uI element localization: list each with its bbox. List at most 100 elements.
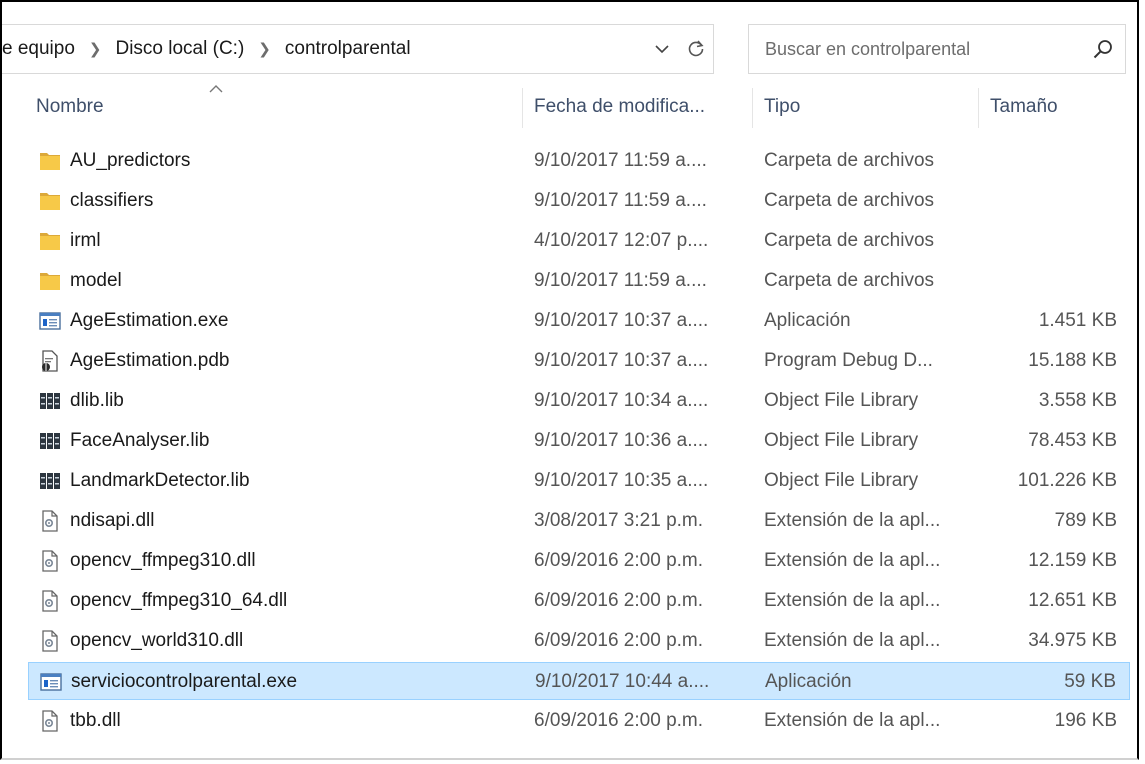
file-name: tbb.dll	[70, 710, 121, 731]
file-date: 9/10/2017 11:59 a....	[534, 190, 707, 211]
folder-icon	[38, 269, 62, 293]
search-input[interactable]	[763, 37, 1067, 61]
file-type: Extensión de la apl...	[764, 710, 941, 731]
chevron-right-icon[interactable]: ❯	[89, 40, 102, 58]
file-name: model	[70, 270, 122, 291]
column-header-size[interactable]: Tamaño	[990, 84, 1130, 130]
file-name-cell[interactable]: FaceAnalyser.lib	[38, 422, 209, 460]
column-divider[interactable]	[752, 88, 753, 128]
file-row[interactable]: LandmarkDetector.lib 9/10/2017 10:35 a...…	[28, 462, 1130, 500]
file-row[interactable]: opencv_world310.dll 6/09/2016 2:00 p.m. Ex…	[28, 622, 1130, 660]
file-name-cell[interactable]: irml	[38, 222, 101, 260]
refresh-button[interactable]	[679, 25, 713, 73]
file-date: 9/10/2017 10:44 a....	[535, 671, 710, 692]
refresh-icon	[688, 40, 704, 57]
file-date: 6/09/2016 2:00 p.m.	[534, 710, 704, 731]
file-date: 6/09/2016 2:00 p.m.	[534, 550, 704, 571]
file-size: 12.651 KB	[1028, 590, 1117, 611]
file-name: classifiers	[70, 190, 154, 211]
file-type: Carpeta de archivos	[764, 230, 935, 251]
file-type: Extensión de la apl...	[764, 550, 941, 571]
column-divider[interactable]	[978, 88, 979, 128]
dll-icon	[38, 549, 62, 573]
file-name-cell[interactable]: AgeEstimation.exe	[38, 302, 228, 340]
file-row[interactable]: FaceAnalyser.lib 9/10/2017 10:36 a.... Obj…	[28, 422, 1130, 460]
library-icon	[38, 429, 62, 453]
file-date: 9/10/2017 10:36 a....	[534, 430, 709, 451]
file-name: dlib.lib	[70, 390, 124, 411]
library-icon	[38, 389, 62, 413]
file-name-cell[interactable]: opencv_ffmpeg310.dll	[38, 542, 256, 580]
file-name-cell[interactable]: ndisapi.dll	[38, 502, 155, 540]
dll-icon	[38, 509, 62, 533]
file-name-cell[interactable]: model	[38, 262, 122, 300]
search-box[interactable]	[748, 24, 1126, 74]
file-name-cell[interactable]: serviciocontrolparental.exe	[39, 663, 297, 701]
file-name-cell[interactable]: AU_predictors	[38, 142, 190, 180]
file-type: Object File Library	[764, 470, 919, 491]
file-date: 4/10/2017 12:07 p....	[534, 230, 709, 251]
column-header-date[interactable]: Fecha de modifica...	[534, 84, 746, 130]
file-date: 9/10/2017 11:59 a....	[534, 150, 707, 171]
file-type: Carpeta de archivos	[764, 190, 935, 211]
file-size: 78.453 KB	[1028, 430, 1117, 451]
file-size: 59 KB	[1064, 671, 1116, 692]
file-size: 34.975 KB	[1028, 630, 1117, 651]
file-size: 101.226 KB	[1017, 470, 1117, 491]
file-type: Program Debug D...	[764, 350, 933, 371]
breadcrumb-current-folder[interactable]: controlparental	[285, 38, 411, 60]
file-type: Object File Library	[764, 430, 919, 451]
file-name: opencv_ffmpeg310.dll	[70, 550, 256, 571]
file-row[interactable]: model 9/10/2017 11:59 a.... Carpeta de arc…	[28, 262, 1130, 300]
file-size: 789 KB	[1054, 510, 1117, 531]
file-name: FaceAnalyser.lib	[70, 430, 210, 451]
file-name-cell[interactable]: tbb.dll	[38, 702, 121, 740]
file-size: 1.451 KB	[1038, 310, 1117, 331]
explorer-window: e equipo ❯ Disco local (C:) ❯ controlpar…	[0, 0, 1139, 760]
file-name-cell[interactable]: classifiers	[38, 182, 153, 220]
column-header-type[interactable]: Tipo	[764, 84, 974, 130]
file-name-cell[interactable]: AgeEstimation.pdb	[38, 342, 230, 380]
file-name: ndisapi.dll	[70, 510, 155, 531]
application-icon	[38, 309, 62, 333]
file-row[interactable]: opencv_ffmpeg310.dll 6/09/2016 2:00 p.m. E…	[28, 542, 1130, 580]
file-type: Aplicación	[765, 671, 852, 692]
address-history-dropdown[interactable]	[645, 25, 679, 73]
file-name-cell[interactable]: opencv_ffmpeg310_64.dll	[38, 582, 287, 620]
search-icon[interactable]	[1091, 37, 1115, 61]
column-divider[interactable]	[522, 88, 523, 128]
file-type: Aplicación	[764, 310, 851, 331]
file-type: Extensión de la apl...	[764, 590, 941, 611]
file-type: Object File Library	[764, 390, 919, 411]
file-row[interactable]: classifiers 9/10/2017 11:59 a.... Carpeta …	[28, 182, 1130, 220]
file-name: serviciocontrolparental.exe	[71, 671, 298, 692]
file-row[interactable]: opencv_ffmpeg310_64.dll 6/09/2016 2:00 p.…	[28, 582, 1130, 620]
chevron-right-icon[interactable]: ❯	[258, 40, 271, 58]
file-name-cell[interactable]: opencv_world310.dll	[38, 622, 243, 660]
file-row[interactable]: AgeEstimation.pdb 9/10/2017 10:37 a.... Pr…	[28, 342, 1130, 380]
dll-icon	[38, 589, 62, 613]
file-name: irml	[70, 230, 101, 251]
column-header-name[interactable]: Nombre	[36, 84, 516, 130]
file-row[interactable]: AgeEstimation.exe 9/10/2017 10:37 a.... Ap…	[28, 302, 1130, 340]
file-name: opencv_ffmpeg310_64.dll	[70, 590, 288, 611]
file-row[interactable]: tbb.dll 6/09/2016 2:00 p.m. Extensión de l…	[28, 702, 1130, 740]
application-icon	[39, 670, 63, 694]
breadcrumb-this-pc[interactable]: e equipo	[2, 38, 75, 60]
file-size: 12.159 KB	[1028, 550, 1117, 571]
dll-icon	[38, 709, 62, 733]
file-date: 9/10/2017 11:59 a....	[534, 270, 707, 291]
file-row[interactable]: dlib.lib 9/10/2017 10:34 a.... Object File…	[28, 382, 1130, 420]
file-name-cell[interactable]: dlib.lib	[38, 382, 124, 420]
breadcrumb-local-disk[interactable]: Disco local (C:)	[115, 38, 244, 60]
file-row[interactable]: AU_predictors 9/10/2017 11:59 a.... Carpet…	[28, 142, 1130, 180]
file-date: 3/08/2017 3:21 p.m.	[534, 510, 704, 531]
file-row[interactable]: irml 4/10/2017 12:07 p.... Carpeta de arch…	[28, 222, 1130, 260]
file-type: Extensión de la apl...	[764, 510, 941, 531]
file-name-cell[interactable]: LandmarkDetector.lib	[38, 462, 250, 500]
file-row-selected[interactable]: serviciocontrolparental.exe 9/10/2017 10:…	[28, 662, 1130, 700]
file-row[interactable]: ndisapi.dll 3/08/2017 3:21 p.m. Extensión …	[28, 502, 1130, 540]
file-name: opencv_world310.dll	[70, 630, 244, 651]
address-bar[interactable]: e equipo ❯ Disco local (C:) ❯ controlpar…	[2, 24, 714, 74]
folder-icon	[38, 149, 62, 173]
